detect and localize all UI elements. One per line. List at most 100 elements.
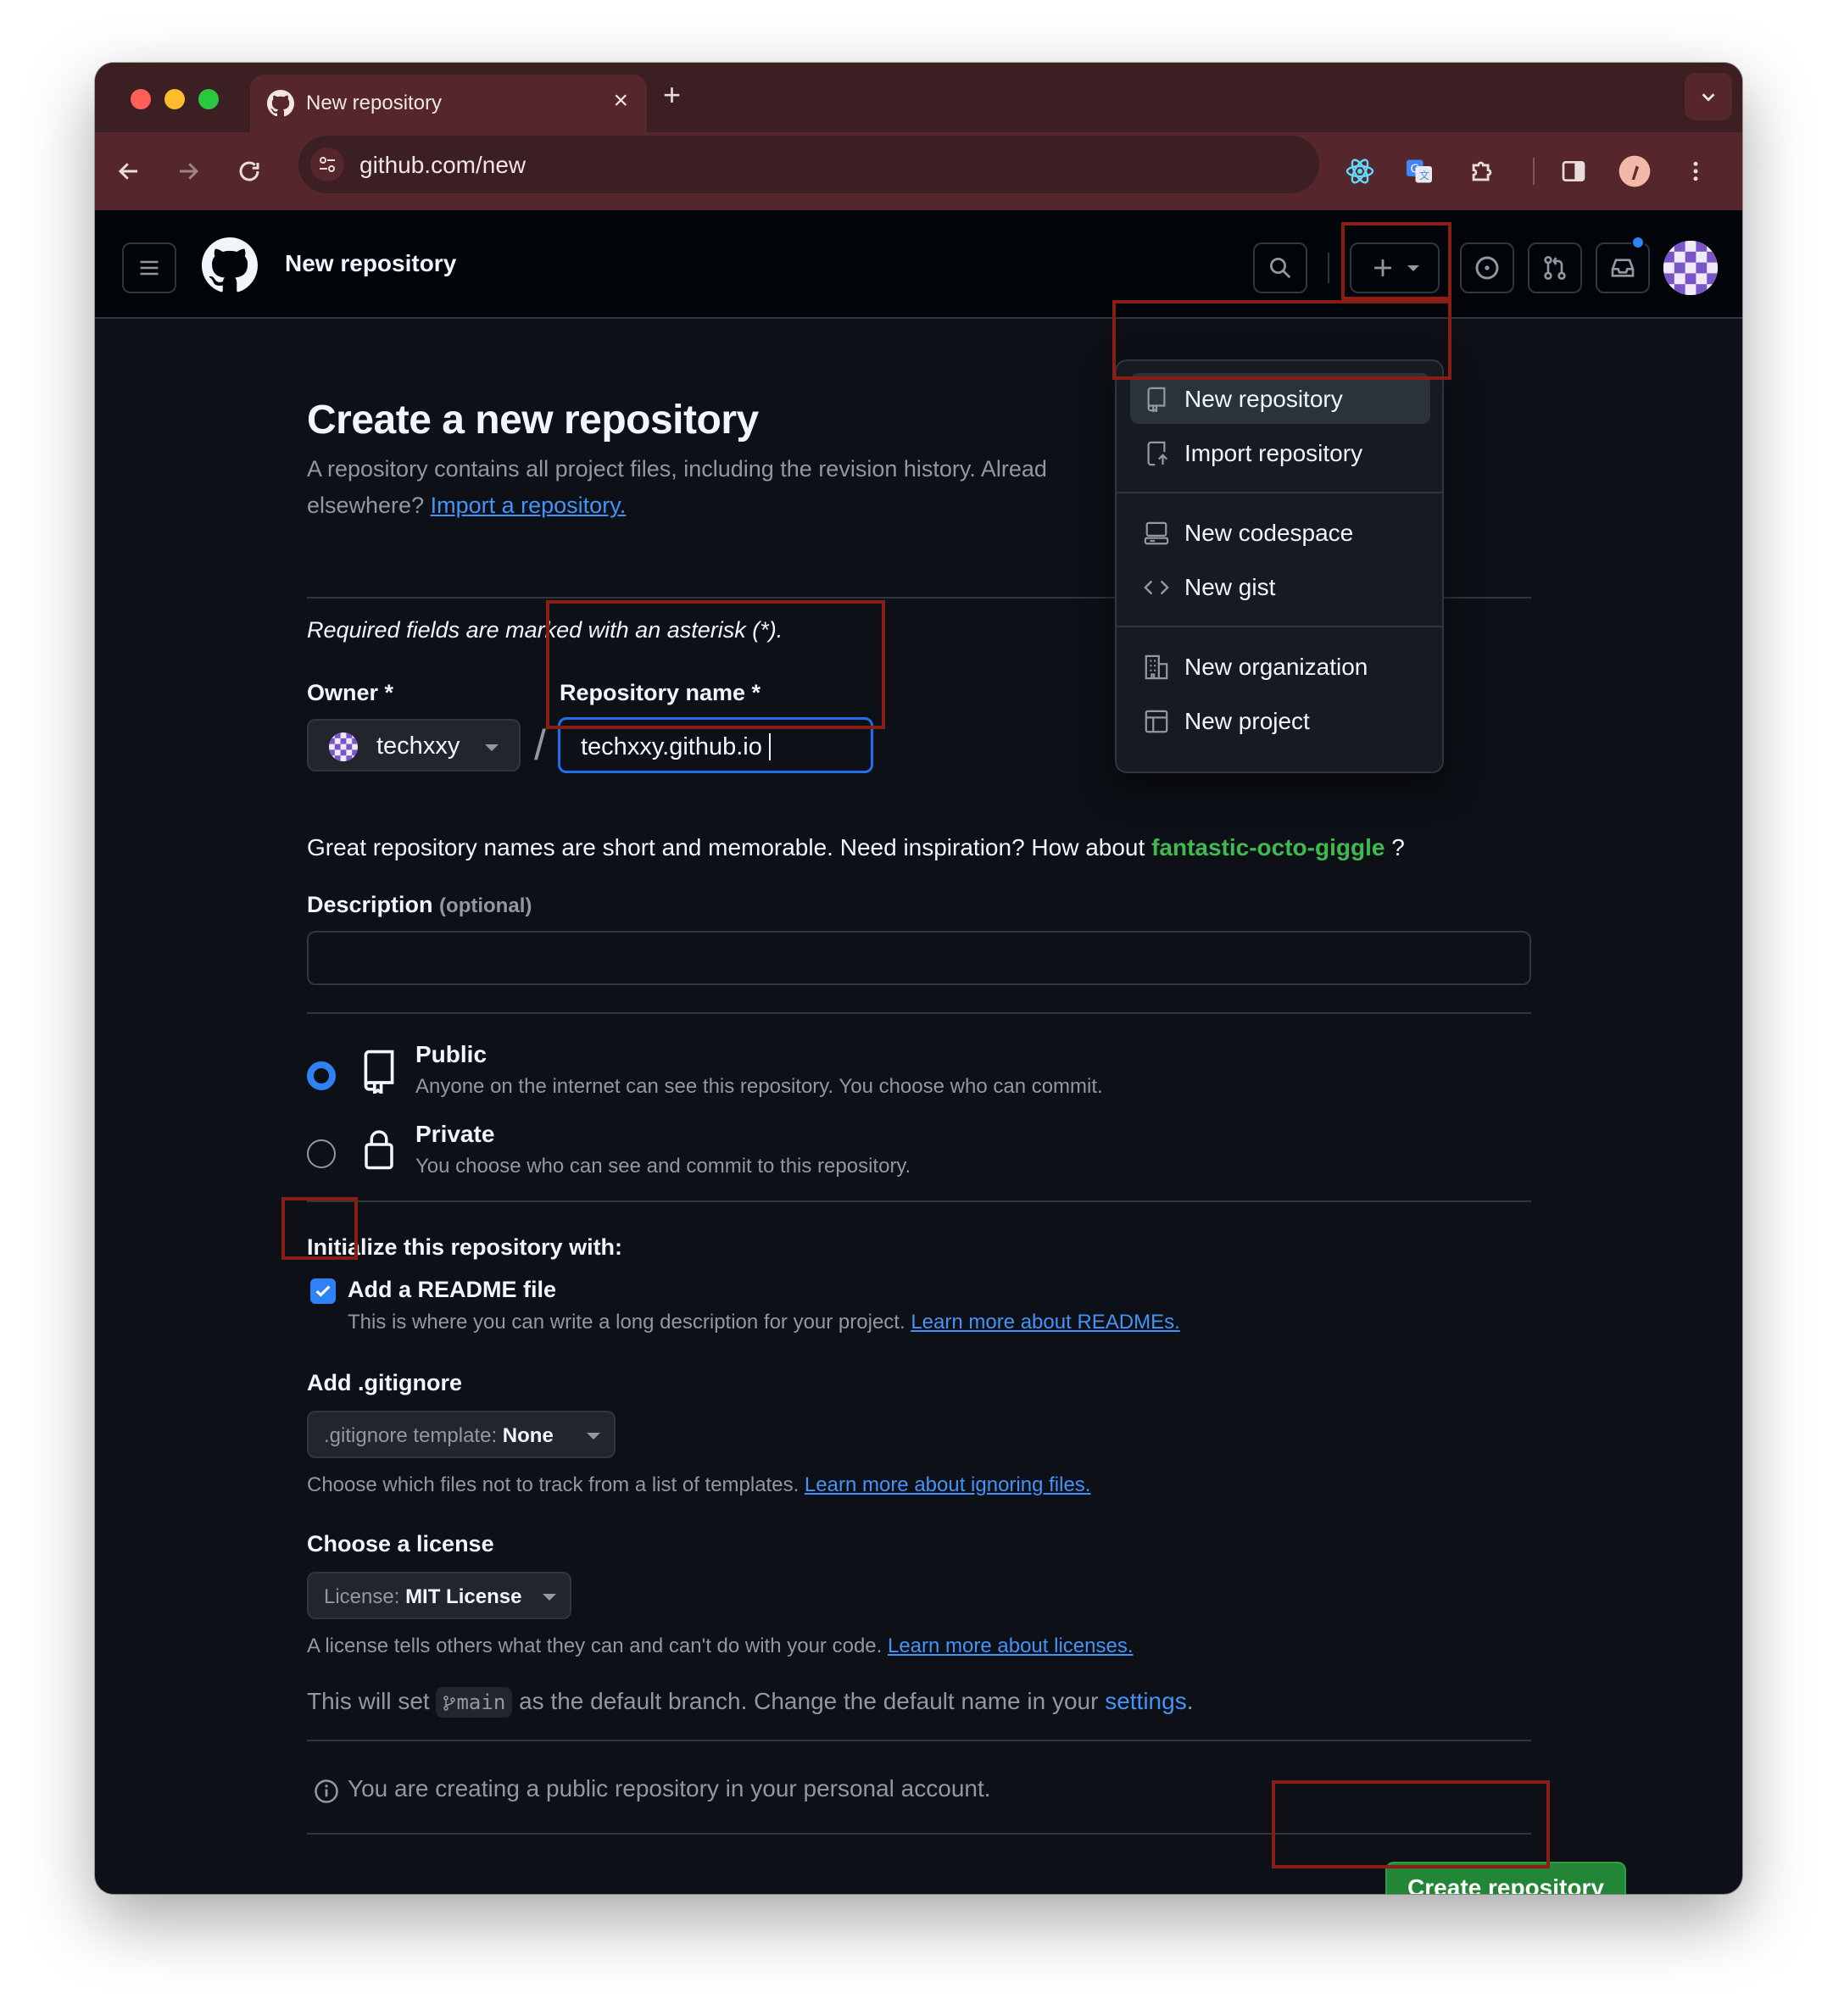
side-panel-button[interactable] [1555, 153, 1592, 190]
default-branch-note: This will set main as the default branch… [307, 1687, 1193, 1718]
license-select[interactable]: License: MIT License [307, 1572, 571, 1619]
name-suggestion-hint: Great repository names are short and mem… [307, 834, 1405, 861]
arrow-right-icon [180, 163, 199, 180]
notification-indicator [1631, 236, 1645, 249]
license-learn-more-link[interactable]: Learn more about licenses. [888, 1635, 1134, 1657]
git-branch-icon [443, 1696, 456, 1711]
puzzle-icon [1472, 161, 1492, 181]
lead-text: A repository contains all project files,… [307, 456, 1047, 482]
divider [307, 1740, 1531, 1741]
menu-item-new-codespace[interactable]: New codespace [1130, 507, 1430, 558]
header-divider [1328, 253, 1329, 283]
repo-icon [1147, 387, 1166, 412]
react-devtools-extension[interactable] [1341, 153, 1379, 190]
description-label-text: Description [307, 892, 433, 917]
menu-item-label: New organization [1184, 654, 1368, 680]
gitignore-label: Add .gitignore [307, 1370, 462, 1395]
menu-item-label: New gist [1184, 574, 1276, 600]
highlight-new-repository-item [1112, 300, 1451, 380]
gitignore-prefix: .gitignore template: [324, 1424, 498, 1447]
suggested-name-button[interactable]: fantastic-octo-giggle [1151, 834, 1384, 860]
reload-button[interactable] [231, 153, 268, 190]
site-info-button[interactable] [310, 148, 344, 181]
license-value: MIT License [405, 1585, 522, 1608]
code-icon [1144, 580, 1169, 595]
tab-search-button[interactable] [1685, 73, 1732, 120]
info-icon [315, 1779, 338, 1803]
git-pull-request-icon [1544, 256, 1566, 280]
menu-item-new-project[interactable]: New project [1130, 695, 1430, 746]
readme-desc-text: This is where you can write a long descr… [348, 1311, 905, 1334]
branch-suffix: . [1186, 1688, 1194, 1714]
inbox-button[interactable] [1596, 242, 1650, 293]
chevron-down-icon [1702, 93, 1715, 102]
branch-pill: main [436, 1687, 513, 1718]
forward-button[interactable] [170, 153, 207, 190]
description-input[interactable] [307, 931, 1531, 985]
menu-item-label: New project [1184, 708, 1310, 734]
browser-menu-button[interactable] [1677, 153, 1714, 190]
minimize-window-button[interactable] [164, 89, 185, 109]
user-avatar[interactable] [1663, 241, 1718, 295]
back-button[interactable] [110, 153, 148, 190]
divider [307, 1200, 1531, 1202]
address-bar[interactable]: github.com/new [298, 136, 1319, 193]
github-logo-icon[interactable] [202, 237, 258, 293]
hint-prefix: Great repository names are short and mem… [307, 834, 1145, 860]
owner-label: Owner * [307, 680, 394, 705]
menu-item-new-organization[interactable]: New organization [1130, 641, 1430, 692]
url-text: github.com/new [359, 152, 526, 178]
menu-separator [1117, 492, 1442, 493]
owner-name: techxxy [376, 732, 460, 760]
gitignore-description: Choose which files not to track from a l… [307, 1473, 1090, 1497]
branch-prefix: This will set [307, 1688, 430, 1714]
menu-item-label: New codespace [1184, 520, 1354, 546]
profile-button[interactable] [1616, 153, 1653, 190]
public-radio[interactable] [307, 1061, 336, 1090]
gitignore-value: None [502, 1424, 554, 1447]
tab-close-icon[interactable]: × [613, 86, 628, 115]
more-vertical-icon [1693, 161, 1698, 181]
translate-extension[interactable]: G文 [1401, 153, 1438, 190]
readme-learn-more-link[interactable]: Learn more about READMEs. [911, 1311, 1179, 1334]
new-tab-button[interactable]: + [663, 80, 681, 110]
reload-icon [239, 161, 259, 181]
search-button[interactable] [1253, 242, 1307, 293]
translate-icon: G文 [1407, 159, 1432, 183]
settings-link[interactable]: settings [1105, 1688, 1187, 1714]
svg-text:G: G [1411, 163, 1419, 176]
gitignore-learn-more-link[interactable]: Learn more about ignoring files. [805, 1473, 1091, 1496]
close-window-button[interactable] [131, 89, 151, 109]
extensions-button[interactable] [1463, 153, 1501, 190]
form-heading: Create a new repository [307, 398, 759, 443]
global-nav-menu-button[interactable] [122, 242, 176, 293]
menu-item-import-repository[interactable]: Import repository [1130, 427, 1430, 478]
tune-icon [320, 157, 335, 172]
browser-tab[interactable]: New repository × [250, 75, 647, 132]
owner-select[interactable]: techxxy [307, 719, 521, 771]
maximize-window-button[interactable] [198, 89, 219, 109]
public-description: Anyone on the internet can see this repo… [415, 1075, 1103, 1098]
private-radio[interactable] [307, 1139, 336, 1168]
toolbar-divider [1533, 158, 1535, 185]
issues-button[interactable] [1460, 242, 1514, 293]
hamburger-icon [140, 260, 159, 276]
highlight-create-button [1272, 1780, 1550, 1868]
gitignore-select[interactable]: .gitignore template: None [307, 1411, 616, 1458]
license-prefix: License: [324, 1585, 400, 1608]
import-repository-link[interactable]: Import a repository. [431, 493, 627, 518]
readme-label[interactable]: Add a README file [348, 1277, 556, 1303]
search-icon [1270, 258, 1291, 279]
menu-item-label: New repository [1184, 386, 1343, 412]
private-description: You choose who can see and commit to thi… [415, 1155, 911, 1178]
tab-bar: New repository × + [95, 63, 1742, 132]
github-favicon-icon [267, 90, 294, 117]
caret-down-icon [485, 744, 499, 751]
hint-suffix: ? [1391, 834, 1405, 860]
menu-item-new-gist[interactable]: New gist [1130, 561, 1430, 612]
readme-checkbox[interactable] [310, 1278, 336, 1304]
pull-requests-button[interactable] [1528, 242, 1582, 293]
text-cursor [769, 733, 771, 760]
menu-item-new-repository[interactable]: New repository [1130, 373, 1430, 424]
description-label: Description (optional) [307, 892, 532, 918]
